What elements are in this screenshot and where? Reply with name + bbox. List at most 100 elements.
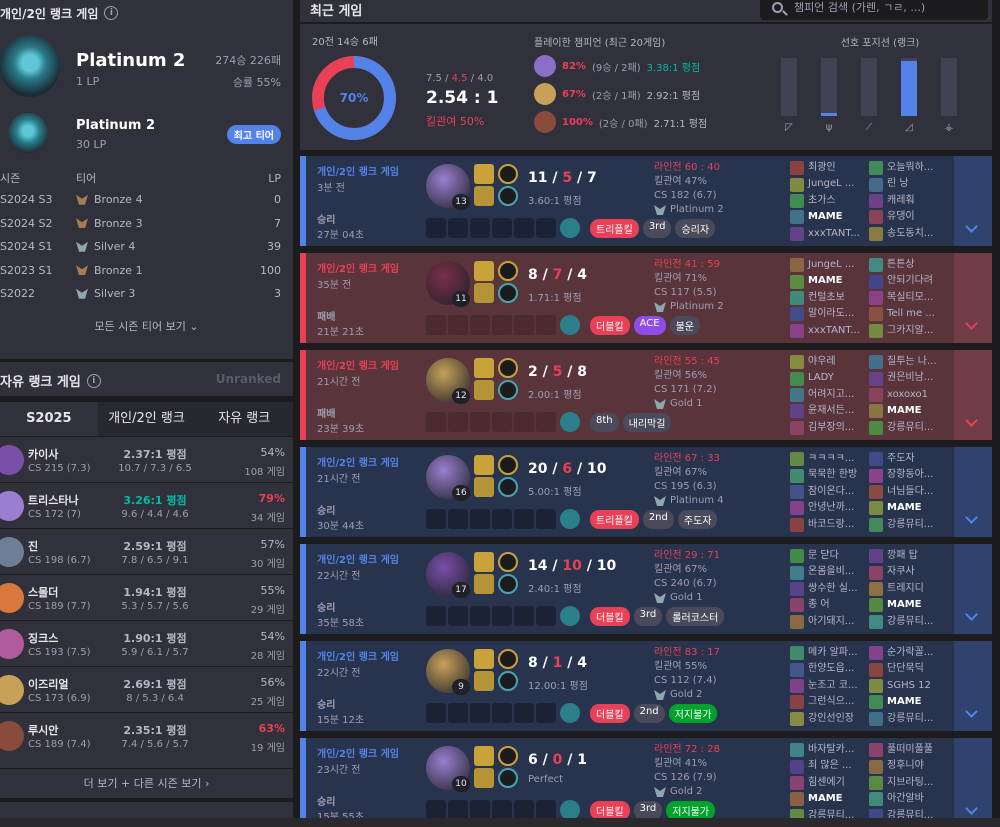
player-row[interactable]: 아기돼지... (790, 614, 868, 630)
champion-row[interactable]: 스몰더 CS 189 (7.7) 1.94:1 평점 5.3 / 5.7 / 5.6 5… (0, 574, 293, 620)
player-row[interactable]: 컨털초보 (790, 290, 868, 306)
player-row[interactable]: 쌍수한 실... (790, 581, 868, 597)
player-row[interactable]: 강인선인장 (790, 711, 868, 727)
player-row[interactable]: 안녕난까... (790, 500, 868, 516)
champion-row[interactable]: 카이사 CS 215 (7.3) 2.37:1 평점 10.7 / 7.3 / 6.5… (0, 436, 293, 482)
match-expand-button[interactable] (954, 738, 992, 827)
champion-row[interactable]: 트리스타나 CS 172 (7) 3.26:1 평점 9.6 / 4.4 / 4.6 7… (0, 482, 293, 528)
player-row[interactable]: 눈조고 코... (790, 678, 868, 694)
champion-row[interactable]: 루시안 CS 189 (7.4) 2.35:1 평점 7.4 / 5.6 / 5.7 6… (0, 712, 293, 758)
scrollbar-track[interactable] (992, 0, 1000, 827)
player-row[interactable]: 순가락꼴... (869, 645, 947, 661)
player-row[interactable]: xxxTANT... (790, 226, 868, 242)
champion-search-input[interactable]: 챔피언 검색 (가렌, ㄱㄹ, ...) (760, 0, 988, 20)
match-expand-button[interactable] (954, 156, 992, 246)
player-row[interactable]: xxxTANT... (790, 323, 868, 339)
player-row[interactable]: 윤재서든... (790, 403, 868, 419)
player-row[interactable]: MAME (869, 403, 947, 419)
match-expand-button[interactable] (954, 641, 992, 731)
more-champions-button[interactable]: 더 보기 + 다른 시즌 보기 › (0, 768, 293, 798)
match-expand-button[interactable] (954, 350, 992, 440)
all-season-tier-button[interactable]: 모든 시즌 티어 보기 ⌄ (0, 318, 293, 334)
support-icon[interactable]: ⚶ (941, 122, 957, 133)
player-row[interactable]: 바코드랑... (790, 517, 868, 533)
player-row[interactable]: 장항동아... (869, 467, 947, 483)
player-row[interactable]: 단단묵딕 (869, 661, 947, 677)
player-row[interactable]: ㅋㅋㅋㅋ... (790, 451, 868, 467)
player-row[interactable]: 질투는 나... (869, 354, 947, 370)
player-row[interactable]: 문 닫다 (790, 548, 868, 564)
player-row[interactable]: 강릉뮤티... (869, 614, 947, 630)
player-row[interactable]: 아간알바 (869, 791, 947, 807)
player-row[interactable]: SGHS 12 (869, 678, 947, 694)
player-row[interactable]: LADY (790, 370, 868, 386)
player-row[interactable]: 권은비남... (869, 370, 947, 386)
player-row[interactable]: 힘센에기 (790, 775, 868, 791)
bot-lane-icon[interactable]: ◿ (901, 122, 917, 133)
match-expand-button[interactable] (954, 447, 992, 537)
player-row[interactable]: 종 어 (790, 597, 868, 613)
champion-row[interactable]: 진 CS 198 (6.7) 2.59:1 평점 7.8 / 6.5 / 9.1 57%… (0, 528, 293, 574)
match-expand-button[interactable] (954, 544, 992, 634)
player-row[interactable]: 풀떠미풀풀 (869, 742, 947, 758)
player-row[interactable]: 그런식으... (790, 694, 868, 710)
player-row[interactable]: 죄 많은 ... (790, 758, 868, 774)
top-lane-icon[interactable]: ◸ (781, 122, 797, 133)
player-row[interactable]: MAME (790, 273, 868, 289)
match-card[interactable]: 개인/2인 랭크 게임 22시간 전 승리 35분 58초 17 14 / 10 / 10… (300, 544, 992, 634)
info-icon[interactable]: i (86, 373, 101, 388)
player-row[interactable]: 복실티모... (869, 290, 947, 306)
player-row[interactable]: MAME (790, 209, 868, 225)
player-row[interactable]: 어려지고... (790, 387, 868, 403)
player-row[interactable]: 정후니야 (869, 758, 947, 774)
tab-flex-rank[interactable]: 자유 랭크 (195, 402, 294, 436)
player-row[interactable]: 잠이온다... (790, 484, 868, 500)
player-row[interactable]: 강릉뮤티... (869, 711, 947, 727)
player-row[interactable]: 주도자 (869, 451, 947, 467)
player-row[interactable]: 말이라도... (790, 306, 868, 322)
player-row[interactable]: 한양도읍... (790, 661, 868, 677)
player-row[interactable]: 야우레 (790, 354, 868, 370)
player-row[interactable]: 트레지디 (869, 581, 947, 597)
info-icon[interactable]: i (104, 6, 119, 20)
player-row[interactable]: JungeL ... (790, 257, 868, 273)
match-card[interactable]: 개인/2인 랭크 게임 22시간 전 승리 15분 12초 9 8 / 1 / 4 12.0… (300, 641, 992, 731)
player-row[interactable]: 최광인 (790, 160, 868, 176)
tab-season[interactable]: S2025 (0, 402, 98, 436)
player-row[interactable]: 유댕이 (869, 209, 947, 225)
player-row[interactable]: 강릉뮤티... (869, 517, 947, 533)
player-row[interactable]: 지브라팅... (869, 775, 947, 791)
player-row[interactable]: 캐레훠 (869, 193, 947, 209)
player-row[interactable]: MAME (869, 500, 947, 516)
tab-solo-rank[interactable]: 개인/2인 랭크 (97, 402, 196, 436)
player-row[interactable]: 깡패 탑 (869, 548, 947, 564)
player-row[interactable]: 튼튼상 (869, 257, 947, 273)
match-card[interactable]: 개인/2인 랭크 게임 3분 전 승리 27분 04초 13 11 / 5 / 7 3.60… (300, 156, 992, 246)
player-row[interactable]: xoxoxo1 (869, 387, 947, 403)
player-row[interactable]: MAME (869, 694, 947, 710)
player-row[interactable]: 그카지알... (869, 323, 947, 339)
match-card[interactable]: 개인/2인 랭크 게임 21시간 전 승리 30분 44초 16 20 / 6 / 10 5… (300, 447, 992, 537)
player-row[interactable]: 메카 알파... (790, 645, 868, 661)
match-card[interactable]: 개인/2인 랭크 게임 35분 전 패배 21분 21초 11 8 / 7 / 4 1.71… (300, 253, 992, 343)
champion-row[interactable]: 징크스 CS 193 (7.5) 1.90:1 평점 5.9 / 6.1 / 5.7 5… (0, 620, 293, 666)
match-expand-button[interactable] (954, 253, 992, 343)
player-row[interactable]: MAME (790, 791, 868, 807)
match-card[interactable]: 개인/2인 랭크 게임 21시간 전 패배 23분 39초 12 2 / 5 / 8 2.0… (300, 350, 992, 440)
player-row[interactable]: 초가스 (790, 193, 868, 209)
player-row[interactable]: JungeL ... (790, 176, 868, 192)
jungle-icon[interactable]: ψ (821, 122, 837, 133)
player-row[interactable]: 린 낭 (869, 176, 947, 192)
player-row[interactable]: 강릉뮤티... (869, 420, 947, 436)
player-row[interactable]: 자쿠사 (869, 564, 947, 580)
player-row[interactable]: 송도동치... (869, 226, 947, 242)
mid-lane-icon[interactable]: ⟋ (861, 122, 877, 133)
match-card[interactable]: 개인/2인 랭크 게임23시간 전승리15분 55초106 / 0 / 1Per… (300, 738, 992, 827)
player-row[interactable]: 온몸을비... (790, 564, 868, 580)
player-row[interactable]: 안되기다려 (869, 273, 947, 289)
player-row[interactable]: Tell me ... (869, 306, 947, 322)
champion-row[interactable]: 이즈리얼 CS 173 (6.9) 2.69:1 평점 8 / 5.3 / 6.4 56… (0, 666, 293, 712)
player-row[interactable]: MAME (869, 597, 947, 613)
player-row[interactable]: 묵묵한 한방 (790, 467, 868, 483)
player-row[interactable]: 바자탈카... (790, 742, 868, 758)
